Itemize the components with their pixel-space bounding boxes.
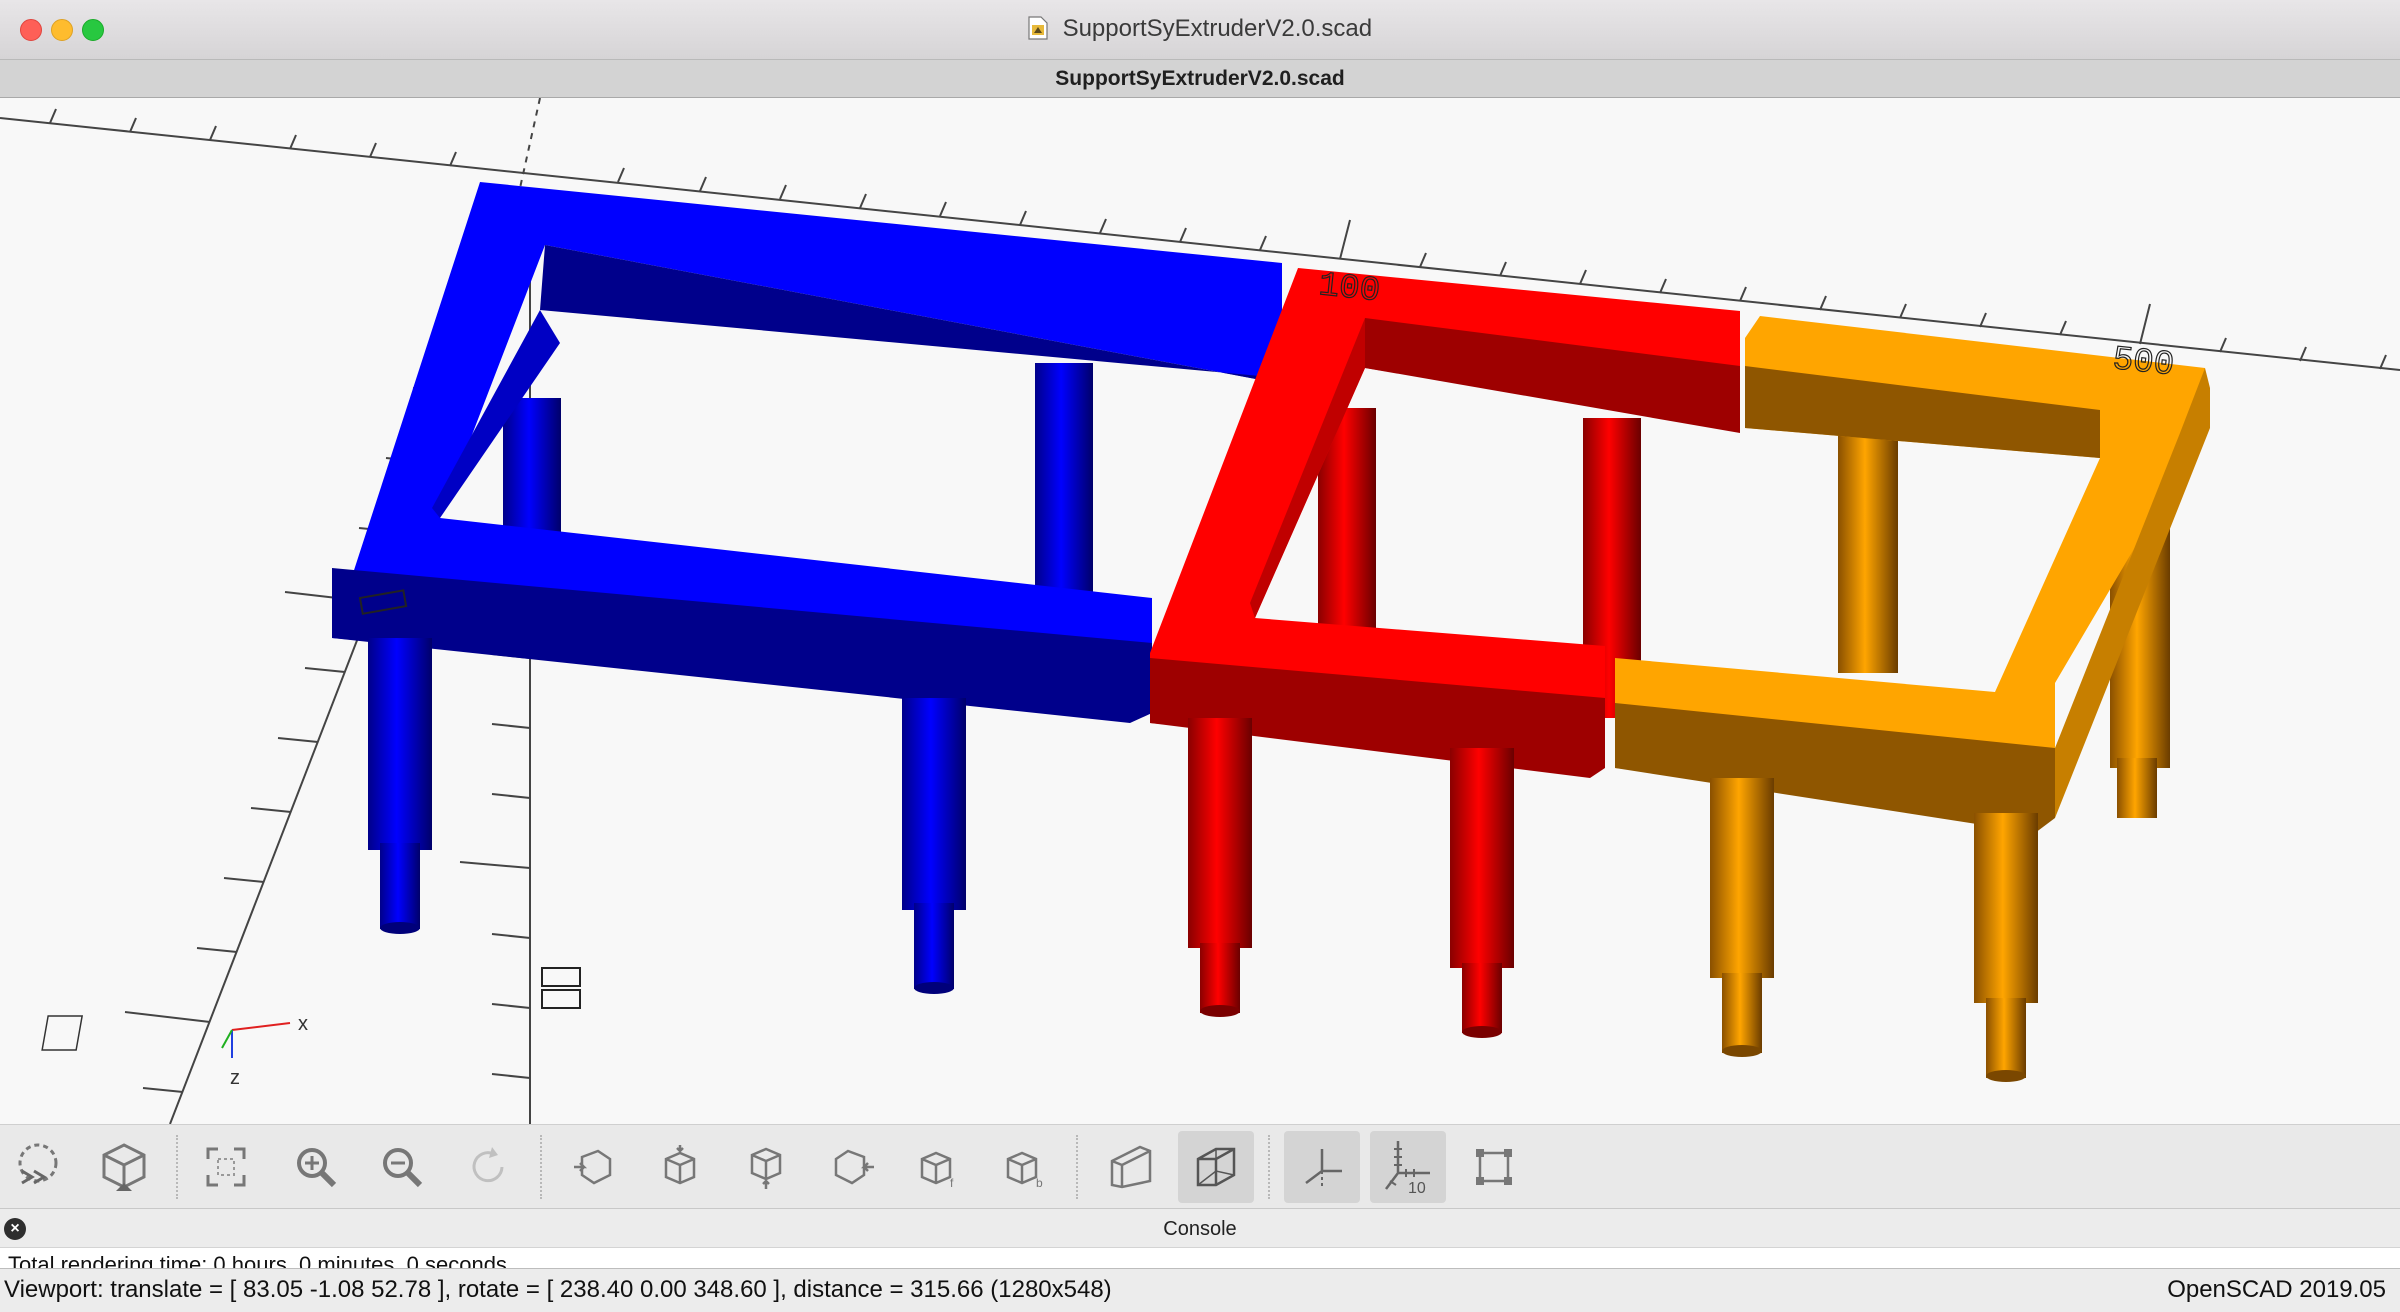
- preview-button[interactable]: [2, 1131, 78, 1203]
- view-all-button[interactable]: [188, 1131, 264, 1203]
- view-bottom-icon: [750, 1147, 782, 1189]
- zoom-out-icon: [383, 1148, 423, 1188]
- view-bottom-button[interactable]: [728, 1131, 804, 1203]
- console-line: Total rendering time: 0 hours, 0 minutes…: [8, 1252, 507, 1268]
- status-bar: Viewport: translate = [ 83.05 -1.08 52.7…: [0, 1268, 2400, 1312]
- toolbar-separator: [1268, 1135, 1270, 1199]
- orthogonal-button[interactable]: [1178, 1131, 1254, 1203]
- console-close-button[interactable]: ×: [4, 1218, 26, 1240]
- render-button[interactable]: [86, 1131, 162, 1203]
- svg-text:b: b: [1036, 1176, 1043, 1190]
- view-top-icon: [664, 1145, 696, 1185]
- gizmo-z-label: z: [230, 1067, 240, 1089]
- document-tab[interactable]: SupportSyExtruderV2.0.scad: [1055, 67, 1344, 90]
- toolbar-separator: [540, 1135, 542, 1199]
- orange-front-legs: [1710, 778, 2038, 1082]
- z-axis-ticks: [459, 653, 531, 1079]
- console-header: × Console: [0, 1208, 2400, 1248]
- console-output[interactable]: Total rendering time: 0 hours, 0 minutes…: [0, 1248, 2400, 1268]
- console-title: Console: [1163, 1218, 1237, 1240]
- toolbar-separator: [176, 1135, 178, 1199]
- app-version: OpenSCAD 2019.05: [2167, 1276, 2386, 1303]
- viewport-status: Viewport: translate = [ 83.05 -1.08 52.7…: [4, 1276, 1112, 1303]
- document-tab-bar: SupportSyExtruderV2.0.scad: [0, 60, 2400, 98]
- viewport-canvas[interactable]: 100 500 x z: [0, 98, 2400, 1124]
- svg-text:f: f: [950, 1176, 954, 1190]
- view-right-icon: [574, 1149, 612, 1185]
- show-axes-button[interactable]: [1284, 1131, 1360, 1203]
- z-scale-glyph: [541, 967, 581, 987]
- reset-view-button[interactable]: [450, 1131, 526, 1203]
- window-title: SupportSyExtruderV2.0.scad: [1062, 15, 1373, 42]
- show-scale-markers-icon: 10: [1385, 1141, 1430, 1197]
- view-top-button[interactable]: [642, 1131, 718, 1203]
- scale-label-100: 100: [1317, 267, 1382, 311]
- zoom-out-button[interactable]: [364, 1131, 440, 1203]
- gizmo-x-label: x: [298, 1013, 308, 1035]
- view-back-icon: b: [1006, 1151, 1043, 1190]
- orange-part[interactable]: [1615, 316, 2210, 1082]
- view-front-icon: f: [920, 1151, 954, 1190]
- toolbar-separator: [1076, 1135, 1078, 1199]
- view-left-button[interactable]: [814, 1131, 890, 1203]
- window-titlebar: SupportSyExtruderV2.0.scad: [0, 0, 2400, 60]
- axis-gizmo: x z: [41, 1013, 308, 1089]
- view-toolbar: f b 10: [0, 1124, 2400, 1208]
- reset-view-icon: [472, 1147, 504, 1183]
- orthogonal-icon: [1196, 1147, 1236, 1187]
- view-back-button[interactable]: b: [986, 1131, 1062, 1203]
- view-left-icon: [834, 1149, 874, 1185]
- scale-marker-label: 10: [1408, 1180, 1426, 1197]
- scale-label-500: 500: [2111, 341, 2176, 385]
- perspective-icon: [1110, 1145, 1152, 1189]
- view-right-button[interactable]: [556, 1131, 632, 1203]
- scad-file-icon: [1028, 16, 1048, 40]
- view-all-icon: [206, 1147, 246, 1187]
- perspective-button[interactable]: [1092, 1131, 1168, 1203]
- show-edges-icon: [1476, 1149, 1512, 1185]
- zoom-in-icon: [297, 1148, 337, 1188]
- window-title-wrap: SupportSyExtruderV2.0.scad: [0, 15, 2400, 43]
- render-icon: [102, 1143, 146, 1191]
- preview-render-icon: [18, 1143, 58, 1185]
- view-front-button[interactable]: f: [900, 1131, 976, 1203]
- blue-part[interactable]: [332, 182, 1282, 994]
- show-axes-icon: [1305, 1149, 1342, 1187]
- red-front-legs: [1188, 718, 1514, 1038]
- show-scale-markers-button[interactable]: 10: [1370, 1131, 1446, 1203]
- red-part[interactable]: [1150, 268, 1740, 1038]
- 3d-viewport[interactable]: 100 500 x z: [0, 98, 2400, 1124]
- show-edges-button[interactable]: [1456, 1131, 1532, 1203]
- zoom-in-button[interactable]: [278, 1131, 354, 1203]
